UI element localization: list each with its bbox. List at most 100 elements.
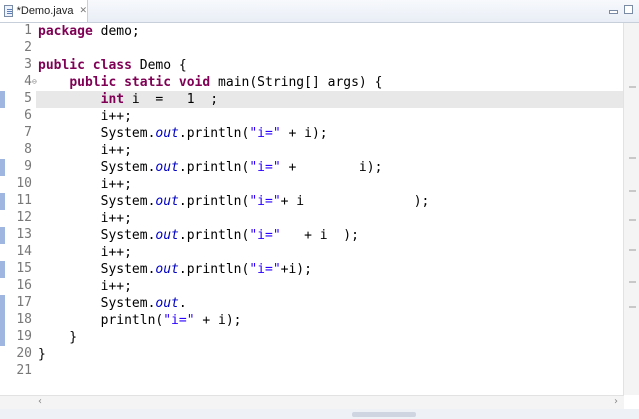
overview-ruler-mark[interactable] bbox=[629, 249, 636, 251]
string-literal: "i=" bbox=[249, 126, 281, 141]
code-line: package demo; bbox=[38, 23, 140, 40]
minimize-icon[interactable] bbox=[609, 10, 618, 14]
code-text: .println( bbox=[178, 126, 250, 141]
code-text: + i); bbox=[280, 126, 328, 141]
string-literal: "i=" bbox=[249, 262, 281, 277]
resize-grip[interactable] bbox=[352, 412, 416, 417]
line-number: 21 bbox=[16, 363, 32, 378]
close-icon[interactable]: ✕ bbox=[79, 6, 87, 16]
code-line: System.out. bbox=[38, 295, 187, 312]
code-text: main(String[] args) { bbox=[210, 75, 383, 90]
fold-icon[interactable]: ⊖ bbox=[32, 77, 37, 86]
code-line-current: int i = 1 ; bbox=[38, 91, 218, 108]
code-line: i++; bbox=[38, 109, 132, 124]
code-text: + i); bbox=[194, 313, 242, 328]
line-number: 13 bbox=[16, 227, 32, 242]
overview-ruler-mark[interactable] bbox=[629, 219, 636, 221]
code-line: i++; bbox=[38, 177, 132, 192]
vertical-scrollbar[interactable] bbox=[623, 23, 639, 395]
line-number: 12 bbox=[16, 210, 32, 225]
line-number: 5 bbox=[24, 91, 32, 106]
keyword: void bbox=[178, 75, 211, 90]
line-number: 19 bbox=[16, 329, 32, 344]
line-number: 15 bbox=[16, 261, 32, 276]
code-line: System.out.println("i=" + i); bbox=[38, 159, 383, 176]
string-literal: "i=" bbox=[249, 228, 281, 243]
scroll-right-icon[interactable]: › bbox=[614, 396, 618, 407]
code-text: demo; bbox=[92, 24, 140, 39]
line-number: 9 bbox=[24, 159, 32, 174]
code-text: + i ); bbox=[280, 194, 430, 209]
horizontal-scrollbar[interactable]: ‹ › bbox=[0, 395, 624, 409]
line-number: 6 bbox=[24, 108, 32, 123]
line-number: 11 bbox=[16, 193, 32, 208]
code-line: System.out.println("i=" + i ); bbox=[38, 227, 359, 244]
code-line: System.out.println("i="+ i ); bbox=[38, 193, 430, 210]
code-line: i++; bbox=[38, 211, 132, 226]
code-line: i++; bbox=[38, 245, 132, 260]
code-text: .println( bbox=[178, 228, 250, 243]
field: out bbox=[155, 126, 179, 141]
line-number: 7 bbox=[24, 125, 32, 140]
code-text: System. bbox=[38, 194, 156, 209]
code-text: System. bbox=[38, 160, 156, 175]
code-text: println( bbox=[38, 313, 164, 328]
code-text: .println( bbox=[178, 262, 250, 277]
code-line: i++; bbox=[38, 143, 132, 158]
code-editor[interactable]: 1 2 3 4 ⊖ 5 6 7 8 9 10 11 12 13 14 15 16… bbox=[0, 23, 624, 395]
keyword: class bbox=[92, 58, 132, 73]
line-number-gutter: 1 2 3 4 ⊖ 5 6 7 8 9 10 11 12 13 14 15 16… bbox=[0, 23, 37, 395]
code-text: Demo { bbox=[131, 58, 187, 73]
line-number: 17 bbox=[16, 295, 32, 310]
maximize-icon[interactable] bbox=[624, 5, 633, 14]
line-number: 1 bbox=[24, 23, 32, 38]
status-bar bbox=[0, 409, 639, 419]
code-line: } bbox=[38, 347, 46, 362]
line-number: 8 bbox=[24, 142, 32, 157]
overview-ruler-mark[interactable] bbox=[629, 306, 636, 308]
line-number: 14 bbox=[16, 244, 32, 259]
code-area[interactable]: package demo; public class Demo { public… bbox=[38, 23, 624, 395]
overview-ruler-mark[interactable] bbox=[629, 157, 636, 159]
code-text: + i ); bbox=[280, 228, 359, 243]
code-line: public class Demo { bbox=[38, 57, 187, 74]
keyword: public bbox=[69, 75, 117, 90]
scroll-left-icon[interactable]: ‹ bbox=[38, 396, 42, 407]
overview-ruler-mark[interactable] bbox=[629, 190, 636, 192]
line-number: 20 bbox=[16, 346, 32, 361]
string-literal: "i=" bbox=[163, 313, 195, 328]
editor-tabbar: *Demo.java ✕ bbox=[0, 0, 639, 23]
keyword: static bbox=[124, 75, 172, 90]
field: out bbox=[155, 160, 179, 175]
line-number: 16 bbox=[16, 278, 32, 293]
code-text: .println( bbox=[178, 194, 250, 209]
line-number: 18 bbox=[16, 312, 32, 327]
code-text: +i); bbox=[280, 262, 312, 277]
field: out bbox=[155, 194, 179, 209]
code-line: public static void main(String[] args) { bbox=[38, 74, 382, 91]
code-text: System. bbox=[38, 296, 156, 311]
overview-ruler-mark[interactable] bbox=[629, 86, 636, 88]
line-number: 2 bbox=[24, 40, 32, 55]
field: out bbox=[155, 262, 179, 277]
string-literal: "i=" bbox=[249, 160, 281, 175]
code-text: .println( bbox=[178, 160, 250, 175]
code-line: i++; bbox=[38, 279, 132, 294]
keyword: int bbox=[100, 92, 125, 107]
string-literal: "i=" bbox=[249, 194, 281, 209]
code-line: println("i=" + i); bbox=[38, 312, 242, 329]
code-text: System. bbox=[38, 262, 156, 277]
window-controls bbox=[609, 5, 633, 14]
tab-demo-java[interactable]: *Demo.java ✕ bbox=[0, 0, 88, 22]
overview-ruler-mark[interactable] bbox=[629, 281, 636, 283]
keyword: package bbox=[38, 24, 93, 39]
java-file-icon bbox=[4, 5, 13, 17]
code-line: System.out.println("i="+i); bbox=[38, 261, 312, 278]
code-text: + i); bbox=[280, 160, 383, 175]
code-text: . bbox=[178, 296, 187, 311]
code-line: } bbox=[38, 330, 78, 345]
code-text: System. bbox=[38, 126, 156, 141]
tab-title: *Demo.java bbox=[16, 5, 74, 17]
